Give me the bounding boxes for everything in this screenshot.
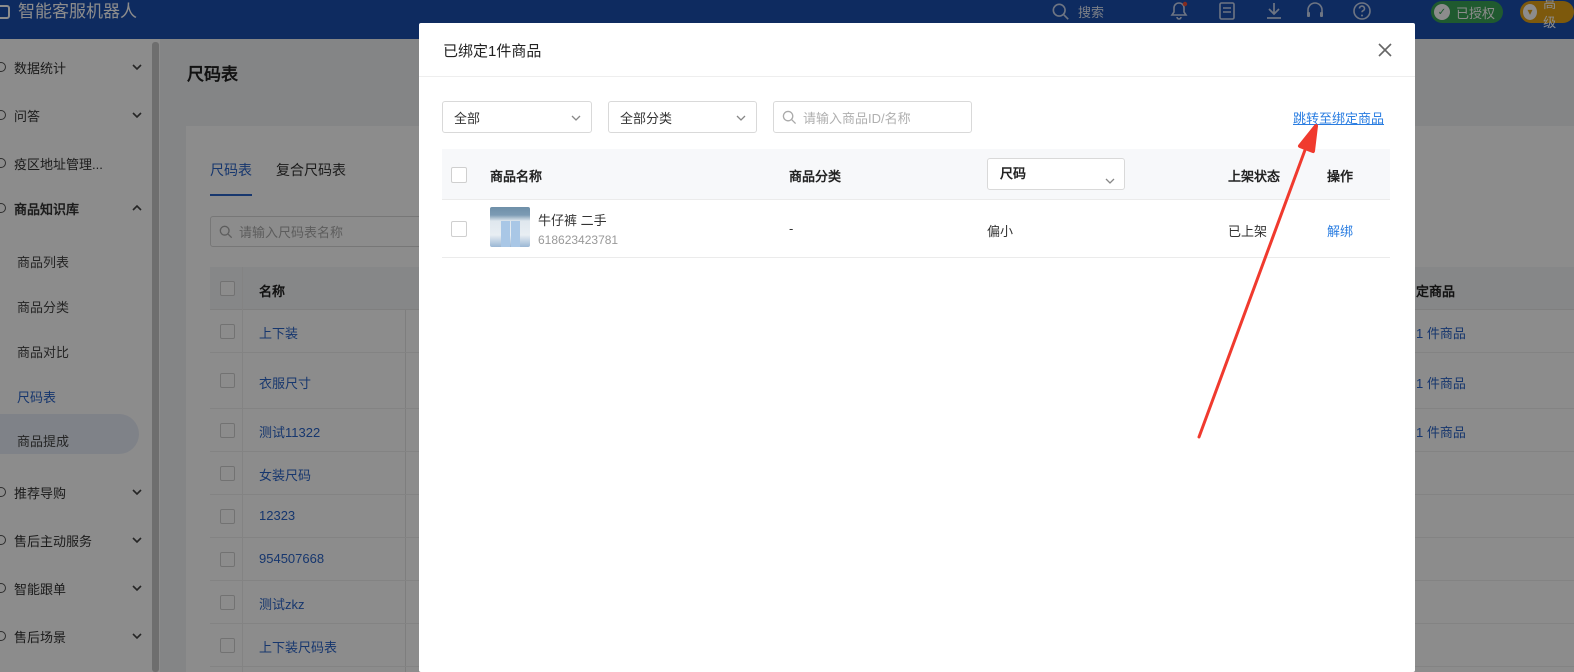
product-name: 牛仔裤 二手	[538, 213, 607, 228]
chevron-down-icon	[735, 112, 747, 124]
status-filter-value: 全部	[454, 110, 481, 126]
chevron-down-icon	[1104, 168, 1116, 184]
close-icon[interactable]	[1376, 41, 1394, 59]
product-search-input[interactable]: 请输入商品ID/名称	[773, 101, 972, 133]
dialog-divider	[419, 76, 1415, 77]
column-header-product-name: 商品名称	[490, 169, 543, 184]
unbind-link[interactable]: 解绑	[1327, 221, 1353, 240]
chevron-down-icon	[570, 112, 582, 124]
thumbnail-detail	[501, 221, 510, 247]
column-header-action: 操作	[1327, 169, 1354, 184]
listing-status: 已上架	[1228, 224, 1268, 239]
product-thumbnail	[490, 207, 530, 247]
row-checkbox[interactable]	[451, 221, 467, 237]
search-icon	[782, 110, 797, 125]
thumbnail-detail	[511, 221, 520, 247]
dialog-title: 已绑定1件商品	[443, 43, 542, 60]
category-filter-value: 全部分类	[620, 110, 673, 126]
bound-products-dialog: 已绑定1件商品 全部 全部分类 请输入商品ID/名称 跳转至绑定商品 商品名称 …	[419, 23, 1415, 672]
product-id: 618623423781	[538, 233, 619, 247]
size-column-select[interactable]: 尺码	[987, 158, 1125, 190]
product-size: 偏小	[987, 224, 1014, 239]
column-header-listing-status: 上架状态	[1228, 169, 1281, 184]
table-row[interactable]: 牛仔裤 二手 618623423781 - 偏小 已上架 解绑	[442, 200, 1390, 258]
jump-to-bind-products-link[interactable]: 跳转至绑定商品	[1293, 108, 1384, 127]
dialog-table-header: 商品名称 商品分类 尺码 上架状态 操作	[442, 149, 1390, 200]
column-header-product-category: 商品分类	[789, 169, 842, 184]
status-filter-select[interactable]: 全部	[442, 101, 592, 133]
size-column-label: 尺码	[1000, 166, 1027, 181]
select-all-checkbox[interactable]	[451, 167, 467, 183]
category-filter-select[interactable]: 全部分类	[608, 101, 757, 133]
product-search-placeholder: 请输入商品ID/名称	[803, 110, 911, 126]
product-category: -	[789, 221, 794, 236]
